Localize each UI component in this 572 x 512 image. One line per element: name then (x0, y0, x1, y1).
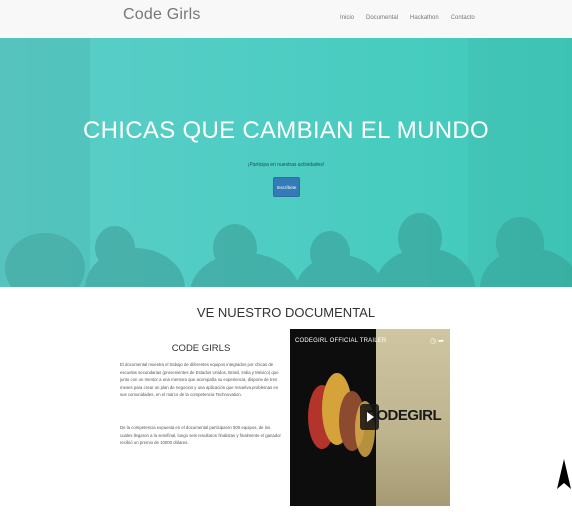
documentary-heading: CODE GIRLS (171, 343, 231, 354)
hero-subtitle: ¡Participa en nuestras actividades! (247, 162, 325, 168)
hero-banner: CHICAS QUE CAMBIAN EL MUNDO ¡Participa e… (0, 38, 572, 287)
nav-link-documental[interactable]: Documental (366, 15, 398, 21)
nav-link-hackathon[interactable]: Hackathon (410, 15, 439, 21)
documentary-paragraph-1: El documental muestra el trabajo de dife… (120, 362, 279, 397)
share-icon[interactable]: ➦ (438, 338, 444, 345)
documentary-paragraph-2: De la competencia expuesta en el documen… (120, 425, 281, 445)
play-icon[interactable] (360, 404, 379, 430)
nav-link-inicio[interactable]: Inicio (340, 15, 354, 21)
nav-link-contacto[interactable]: Contacto (451, 15, 475, 21)
video-title[interactable]: CODEGIRL OFFICIAL TRAILER (295, 338, 386, 344)
section-title: VE NUESTRO DOCUMENTAL (196, 305, 376, 320)
nav-links: Inicio Documental Hackathon Contacto (340, 15, 487, 21)
navbar: Code Girls Inicio Documental Hackathon C… (0, 0, 572, 39)
video-controls: ◷ ➦ (430, 337, 444, 345)
clock-icon[interactable]: ◷ (430, 338, 436, 345)
register-button[interactable]: Inscríbete (273, 177, 300, 197)
hero-title: CHICAS QUE CAMBIAN EL MUNDO (83, 117, 489, 144)
cursor-icon (557, 459, 571, 489)
brand-logo[interactable]: Code Girls (123, 6, 201, 24)
